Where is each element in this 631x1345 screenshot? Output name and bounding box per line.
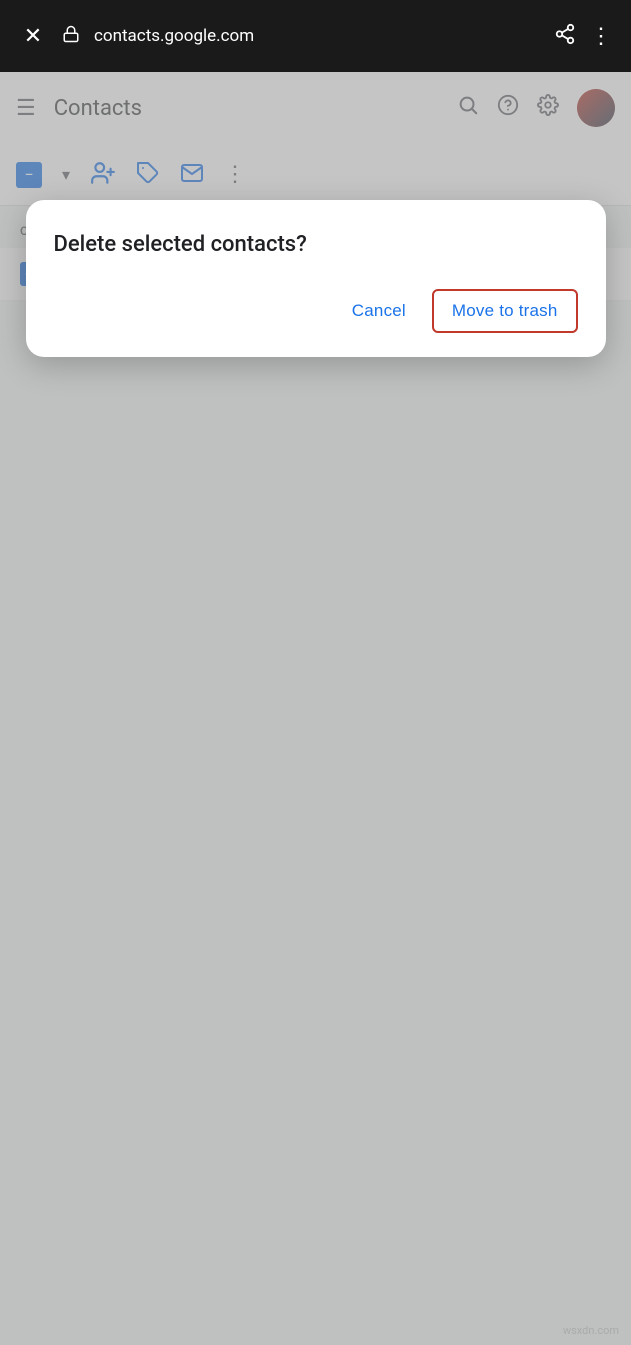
move-to-trash-button[interactable]: Move to trash xyxy=(432,289,578,333)
dialog-title: Delete selected contacts? xyxy=(54,232,578,257)
cancel-button[interactable]: Cancel xyxy=(334,291,424,331)
dialog-actions: Cancel Move to trash xyxy=(54,289,578,333)
watermark: wsxdn.com xyxy=(563,1324,619,1337)
dialog-overlay: Delete selected contacts? Cancel Move to… xyxy=(0,0,631,1345)
delete-dialog: Delete selected contacts? Cancel Move to… xyxy=(26,200,606,357)
